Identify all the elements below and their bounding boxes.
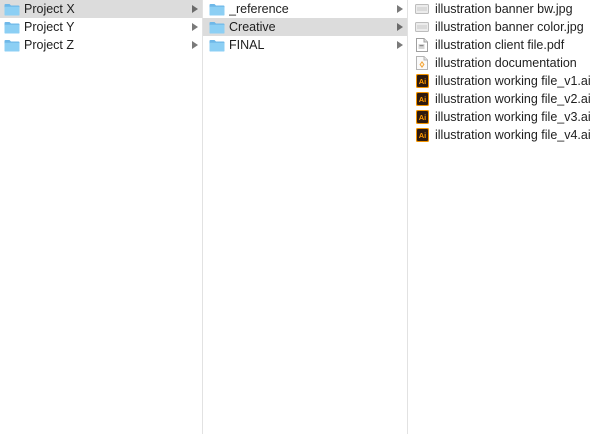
chevron-right-icon bbox=[397, 23, 403, 31]
illustrator-file-icon: Ai bbox=[415, 110, 429, 124]
file-row[interactable]: illustration banner color.jpg bbox=[408, 18, 612, 36]
row-label: FINAL bbox=[229, 38, 265, 52]
row-creative[interactable]: Creative bbox=[203, 18, 407, 36]
row-final[interactable]: FINAL bbox=[203, 36, 407, 54]
document-file-icon bbox=[415, 56, 429, 70]
illustrator-file-icon: Ai bbox=[415, 128, 429, 142]
file-row[interactable]: Ai illustration working file_v1.ai bbox=[408, 72, 612, 90]
file-name: illustration working file_v2.ai bbox=[435, 92, 591, 106]
folder-icon bbox=[4, 38, 20, 52]
svg-text:Ai: Ai bbox=[418, 113, 426, 122]
folder-icon bbox=[4, 20, 20, 34]
file-row[interactable]: illustration documentation bbox=[408, 54, 612, 72]
pdf-file-icon bbox=[415, 38, 429, 52]
column-project-x-contents[interactable]: _reference Creative FINAL bbox=[203, 0, 408, 434]
file-row[interactable]: Ai illustration working file_v3.ai bbox=[408, 108, 612, 126]
folder-icon bbox=[209, 2, 225, 16]
file-name: illustration client file.pdf bbox=[435, 38, 565, 52]
file-name: illustration working file_v3.ai bbox=[435, 110, 591, 124]
image-file-icon bbox=[415, 20, 429, 34]
file-row[interactable]: Ai illustration working file_v4.ai bbox=[408, 126, 612, 144]
row-label: Project X bbox=[24, 2, 75, 16]
row-project-y[interactable]: Project Y bbox=[0, 18, 202, 36]
row-project-x[interactable]: Project X bbox=[0, 0, 202, 18]
column-browser: Project X Project Y Project Z _reference… bbox=[0, 0, 612, 434]
file-row[interactable]: illustration client file.pdf bbox=[408, 36, 612, 54]
row-reference[interactable]: _reference bbox=[203, 0, 407, 18]
file-name: illustration documentation bbox=[435, 56, 577, 70]
column-creative-contents[interactable]: illustration banner bw.jpg illustration … bbox=[408, 0, 612, 434]
illustrator-file-icon: Ai bbox=[415, 92, 429, 106]
file-name: illustration working file_v1.ai bbox=[435, 74, 591, 88]
svg-text:Ai: Ai bbox=[418, 95, 426, 104]
chevron-right-icon bbox=[192, 5, 198, 13]
row-label: _reference bbox=[229, 2, 289, 16]
file-row[interactable]: Ai illustration working file_v2.ai bbox=[408, 90, 612, 108]
file-name: illustration banner color.jpg bbox=[435, 20, 584, 34]
chevron-right-icon bbox=[192, 23, 198, 31]
file-row[interactable]: illustration banner bw.jpg bbox=[408, 0, 612, 18]
illustrator-file-icon: Ai bbox=[415, 74, 429, 88]
chevron-right-icon bbox=[192, 41, 198, 49]
row-label: Creative bbox=[229, 20, 276, 34]
row-label: Project Z bbox=[24, 38, 75, 52]
column-projects[interactable]: Project X Project Y Project Z bbox=[0, 0, 203, 434]
svg-text:Ai: Ai bbox=[418, 131, 426, 140]
folder-icon bbox=[4, 2, 20, 16]
folder-icon bbox=[209, 20, 225, 34]
file-name: illustration banner bw.jpg bbox=[435, 2, 573, 16]
row-project-z[interactable]: Project Z bbox=[0, 36, 202, 54]
chevron-right-icon bbox=[397, 5, 403, 13]
svg-text:Ai: Ai bbox=[418, 77, 426, 86]
image-file-icon bbox=[415, 2, 429, 16]
row-label: Project Y bbox=[24, 20, 75, 34]
folder-icon bbox=[209, 38, 225, 52]
file-name: illustration working file_v4.ai bbox=[435, 128, 591, 142]
chevron-right-icon bbox=[397, 41, 403, 49]
